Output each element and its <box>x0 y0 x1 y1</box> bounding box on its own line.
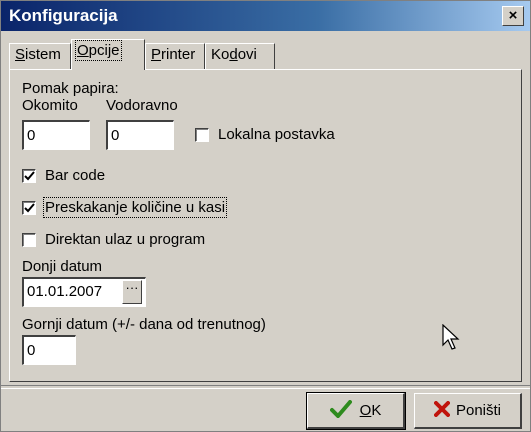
direct-entry-checkbox[interactable] <box>22 233 36 247</box>
lower-date-label: Donji datum <box>22 258 103 275</box>
check-icon <box>329 399 352 422</box>
close-button[interactable]: × <box>502 6 524 26</box>
local-setting-label: Lokalna postavka <box>218 126 335 143</box>
x-icon <box>433 400 450 421</box>
tab-printer[interactable]: Printer <box>145 43 205 69</box>
paper-offset-label: Pomak papira: <box>22 80 119 97</box>
config-dialog: Konfiguracija × Sistem Opcije Printer Ko… <box>0 0 531 432</box>
title-bar[interactable]: Konfiguracija × <box>1 1 530 31</box>
close-icon: × <box>508 7 518 24</box>
local-setting-checkbox[interactable] <box>195 128 209 142</box>
skip-quantity-checkbox[interactable] <box>22 201 36 215</box>
upper-date-label: Gornji datum (+/- dana od trenutnog) <box>22 316 266 333</box>
cancel-button[interactable]: Poništi <box>414 393 522 429</box>
vertical-offset-input[interactable]: 0 <box>22 120 90 150</box>
tab-opcije-label: Opcije <box>75 40 122 61</box>
mouse-pointer-icon <box>442 324 460 350</box>
cancel-label: Poništi <box>455 402 502 419</box>
window-title: Konfiguracija <box>9 6 118 25</box>
horizontal-label: Vodoravno <box>106 97 178 114</box>
ok-button[interactable]: OK <box>306 392 406 430</box>
horizontal-offset-input[interactable]: 0 <box>106 120 174 150</box>
skip-quantity-label: Preskakanje količine u kasi <box>42 197 228 218</box>
lower-date-value: 01.01.2007 <box>27 283 103 300</box>
checkmark-icon <box>24 203 35 213</box>
vertical-label: Okomito <box>22 97 78 114</box>
tab-sistem[interactable]: Sistem <box>9 43 71 69</box>
tab-opcije[interactable]: Opcije <box>71 39 145 70</box>
barcode-checkbox[interactable] <box>22 169 36 183</box>
upper-date-input[interactable]: 0 <box>22 335 76 365</box>
barcode-label: Bar code <box>45 167 106 184</box>
direct-entry-label: Direktan ulaz u program <box>45 231 206 248</box>
checkmark-icon <box>24 171 35 181</box>
tab-kodovi[interactable]: Kodovi <box>205 43 275 69</box>
date-picker-button[interactable]: ··· <box>122 280 142 304</box>
footer-divider <box>1 385 530 389</box>
